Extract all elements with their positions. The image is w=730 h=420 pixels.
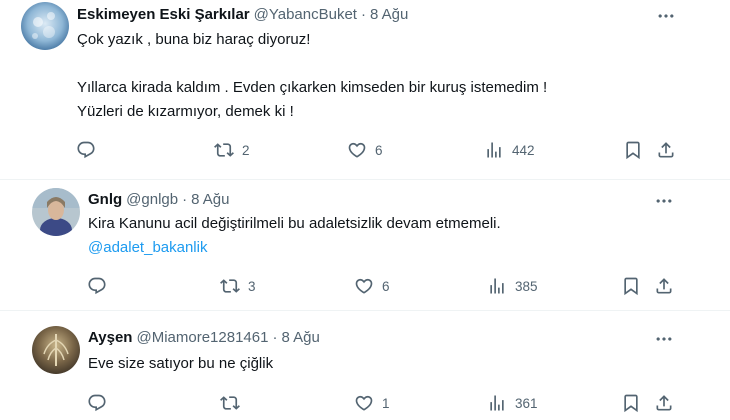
retweet-count: 3: [248, 278, 256, 294]
tweet-2[interactable]: Gnlg @gnlgb · 8 Ağu Kira Kanunu acil değ…: [0, 179, 730, 311]
share-button[interactable]: [654, 276, 674, 296]
views-button[interactable]: 361: [487, 393, 538, 413]
bookmark-icon: [621, 393, 641, 413]
like-icon: [347, 140, 367, 160]
retweet-button[interactable]: 2: [214, 140, 250, 160]
share-icon: [654, 393, 674, 413]
views-button[interactable]: 442: [484, 140, 535, 160]
author-handle[interactable]: @gnlgb: [126, 190, 178, 210]
reply-button[interactable]: [76, 140, 96, 160]
separator-dot: ·: [272, 329, 278, 346]
view-count: 385: [515, 278, 538, 294]
views-icon: [487, 393, 507, 413]
tweet-text: Kira Kanunu acil değiştirilmeli bu adale…: [88, 212, 501, 260]
like-icon: [354, 276, 374, 296]
bookmark-button[interactable]: [621, 393, 641, 413]
reply-button[interactable]: [87, 393, 107, 413]
share-button[interactable]: [656, 140, 676, 160]
retweet-button[interactable]: [220, 393, 248, 413]
avatar[interactable]: [32, 326, 80, 374]
tweet-line: Yüzleri de kızarmıyor, demek ki !: [77, 103, 294, 120]
views-icon: [484, 140, 504, 160]
bookmark-button[interactable]: [621, 276, 641, 296]
like-icon: [354, 393, 374, 413]
reply-button[interactable]: [87, 276, 107, 296]
separator-dot: ·: [182, 191, 188, 208]
views-icon: [487, 276, 507, 296]
bookmark-button[interactable]: [623, 140, 643, 160]
like-button[interactable]: 1: [354, 393, 390, 413]
tweet-line: Yıllarca kirada kaldım . Evden çıkarken …: [77, 79, 548, 96]
reply-icon: [76, 140, 96, 160]
author-name[interactable]: Eskimeyen Eski Şarkılar: [77, 5, 250, 25]
view-count: 361: [515, 395, 538, 411]
more-icon[interactable]: [654, 6, 678, 26]
tweet-date[interactable]: 8 Ağu: [370, 5, 408, 25]
tweet-line: Çok yazık , buna biz haraç diyoruz!: [77, 31, 311, 48]
separator-dot: ·: [360, 6, 366, 23]
tweet-1[interactable]: Eskimeyen Eski Şarkılar @YabancBuket · 8…: [0, 0, 730, 180]
author-name[interactable]: Gnlg: [88, 190, 122, 210]
bookmark-icon: [621, 276, 641, 296]
tweet-date[interactable]: 8 Ağu: [191, 190, 229, 210]
share-icon: [654, 276, 674, 296]
author-handle[interactable]: @Miamore1281461: [136, 328, 268, 348]
tweet-text: Eve size satıyor bu ne çiğlik: [88, 352, 273, 376]
like-button[interactable]: 6: [347, 140, 383, 160]
tweet-3[interactable]: Ayşen @Miamore1281461 · 8 Ağu Eve size s…: [0, 310, 730, 420]
retweet-icon: [220, 276, 240, 296]
author-name[interactable]: Ayşen: [88, 328, 132, 348]
like-count: 6: [382, 278, 390, 294]
bookmark-icon: [623, 140, 643, 160]
author-handle[interactable]: @YabancBuket: [254, 5, 357, 25]
more-icon[interactable]: [652, 191, 676, 211]
more-icon[interactable]: [652, 329, 676, 349]
share-button[interactable]: [654, 393, 674, 413]
avatar[interactable]: [21, 2, 69, 50]
like-count: 6: [375, 142, 383, 158]
tweet-line: Kira Kanunu acil değiştirilmeli bu adale…: [88, 215, 501, 232]
like-count: 1: [382, 395, 390, 411]
share-icon: [656, 140, 676, 160]
view-count: 442: [512, 142, 535, 158]
tweet-text: Çok yazık , buna biz haraç diyoruz! Yıll…: [77, 28, 547, 124]
retweet-icon: [214, 140, 234, 160]
reply-icon: [87, 393, 107, 413]
reply-icon: [87, 276, 107, 296]
like-button[interactable]: 6: [354, 276, 390, 296]
tweet-line: Eve size satıyor bu ne çiğlik: [88, 355, 274, 372]
avatar[interactable]: [32, 188, 80, 236]
mention-link[interactable]: @adalet_bakanlik: [88, 236, 501, 260]
retweet-icon: [220, 393, 240, 413]
views-button[interactable]: 385: [487, 276, 538, 296]
tweet-date[interactable]: 8 Ağu: [281, 328, 319, 348]
retweet-button[interactable]: 3: [220, 276, 256, 296]
retweet-count: 2: [242, 142, 250, 158]
